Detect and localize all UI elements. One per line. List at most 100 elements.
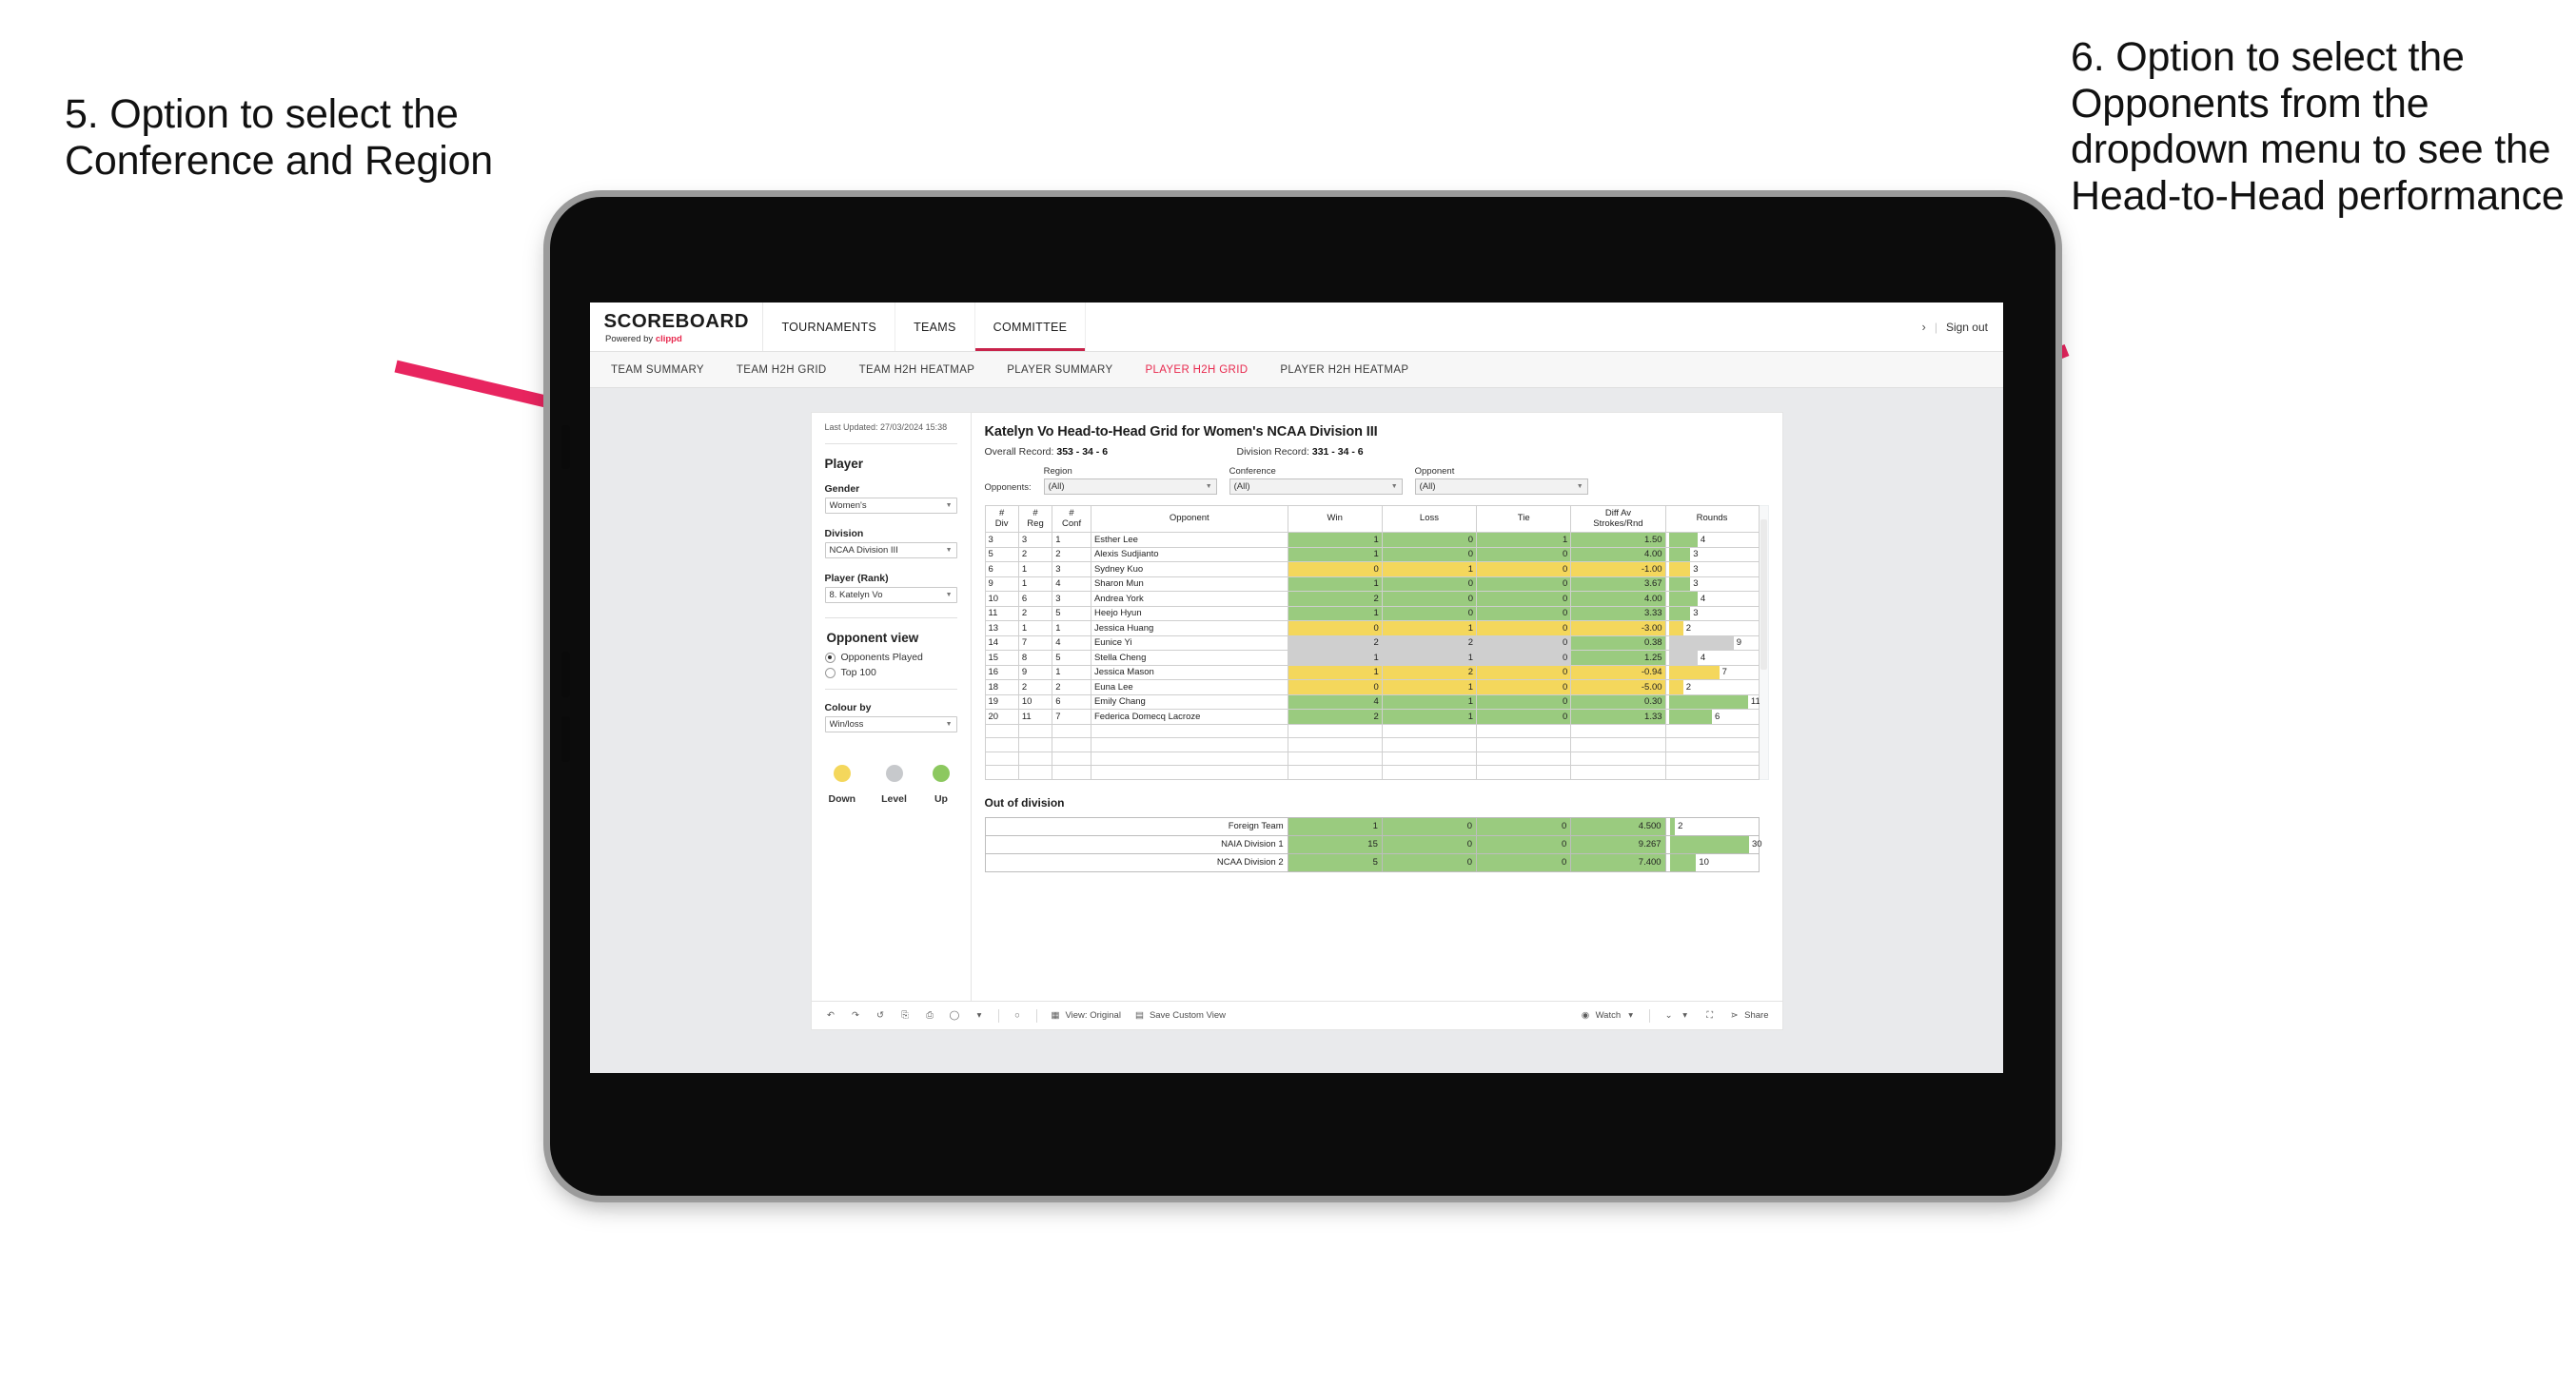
sub-nav-item-player-h2h-heatmap[interactable]: PLAYER H2H HEATMAP xyxy=(1280,364,1408,376)
player-rank-select[interactable]: 8. Katelyn Vo ▼ xyxy=(824,587,957,604)
sub-nav-item-player-h2h-grid[interactable]: PLAYER H2H GRID xyxy=(1145,364,1248,376)
grid-scrollbar-thumb[interactable] xyxy=(1760,519,1767,670)
chevron-right-icon[interactable]: › xyxy=(1921,320,1925,334)
annotation-callout-6: 6. Option to select the Opponents from t… xyxy=(2071,34,2565,219)
sub-nav-item-team-summary[interactable]: TEAM SUMMARY xyxy=(611,364,704,376)
colour-by-select[interactable]: Win/loss ▼ xyxy=(824,716,957,733)
share-button[interactable]: ⋗ Share xyxy=(1728,1009,1769,1022)
share-label: Share xyxy=(1744,1010,1769,1021)
watch-icon: ◉ xyxy=(1581,1010,1590,1021)
rounds-value: 3 xyxy=(1693,608,1699,619)
radio-opponents-played[interactable]: Opponents Played xyxy=(824,652,957,663)
device-button-volume-up[interactable] xyxy=(561,652,570,697)
sub-nav-item-team-h2h-grid[interactable]: TEAM H2H GRID xyxy=(737,364,827,376)
brand-logo[interactable]: SCOREBOARD Powered by clippd xyxy=(590,303,764,351)
chevron-down-icon: ▾ xyxy=(1682,1010,1688,1021)
redo-icon[interactable]: ↷ xyxy=(850,1009,862,1022)
cell-empty xyxy=(1664,765,1760,780)
opponent-filter-select[interactable]: (All) ▼ xyxy=(1414,478,1588,495)
column-header-8[interactable]: Diff Av Strokes/Rnd xyxy=(1570,505,1666,533)
table-row[interactable]: 6 1 3 Sydney Kuo 0 1 0 -1.00 3 xyxy=(984,561,1760,577)
table-row[interactable]: 18 2 2 Euna Lee 0 1 0 -5.00 2 xyxy=(984,679,1760,695)
conference-filter-select[interactable]: (All) ▼ xyxy=(1229,478,1403,495)
table-row[interactable]: 19 10 6 Emily Chang 4 1 0 0.30 11 xyxy=(984,693,1760,710)
legend-item-up: Up xyxy=(932,765,950,805)
cell-win: 1 xyxy=(1287,816,1383,836)
fullscreen-icon[interactable]: ⛶ xyxy=(1703,1009,1716,1022)
cell-empty xyxy=(1381,765,1478,780)
table-row[interactable]: 15 8 5 Stella Cheng 1 1 0 1.25 4 xyxy=(984,650,1760,666)
table-row[interactable]: 10 6 3 Andrea York 2 0 0 4.00 4 xyxy=(984,591,1760,607)
top-nav-item-committee[interactable]: COMMITTEE xyxy=(974,303,1087,351)
cell-empty xyxy=(1664,737,1760,752)
zoom-icon[interactable]: ◯ xyxy=(949,1009,961,1022)
gender-select[interactable]: Women's ▼ xyxy=(824,498,957,515)
column-header-3[interactable]: # Conf xyxy=(1052,505,1091,533)
download-button[interactable]: ⌄ ▾ xyxy=(1662,1009,1691,1022)
cell-opponent: Heejo Hyun xyxy=(1090,605,1288,621)
pause-updates-icon[interactable]: ⎙ xyxy=(924,1009,936,1022)
column-header-9[interactable]: Rounds xyxy=(1664,505,1760,533)
cell-rounds: 11 xyxy=(1664,693,1760,710)
sub-nav-item-player-summary[interactable]: PLAYER SUMMARY xyxy=(1007,364,1112,376)
rounds-value: 30 xyxy=(1751,839,1762,849)
region-filter-value: (All) xyxy=(1048,481,1065,492)
table-row[interactable]: 11 2 5 Heejo Hyun 1 0 0 3.33 3 xyxy=(984,605,1760,621)
device-button-volume-down[interactable] xyxy=(561,716,570,762)
table-row[interactable]: 9 1 4 Sharon Mun 1 0 0 3.67 3 xyxy=(984,576,1760,592)
column-header-6[interactable]: Loss xyxy=(1381,505,1478,533)
app-top-bar: SCOREBOARD Powered by clippd TOURNAMENTS… xyxy=(590,303,2003,352)
cell-rounds: 4 xyxy=(1664,591,1760,607)
watch-button[interactable]: ◉ Watch ▾ xyxy=(1580,1009,1638,1022)
sign-out-link[interactable]: Sign out xyxy=(1946,321,1988,334)
table-row[interactable]: NAIA Division 1 15 0 0 9.267 30 xyxy=(984,834,1762,854)
colour-by-field: Colour by Win/loss ▼ xyxy=(824,702,957,733)
chevron-down-icon: ▾ xyxy=(1628,1010,1634,1021)
division-field: Division NCAA Division III ▼ xyxy=(824,528,957,559)
gender-field: Gender Women's ▼ xyxy=(824,483,957,515)
cell-diff: 1.25 xyxy=(1570,650,1666,666)
table-row[interactable]: 3 3 1 Esther Lee 1 0 1 1.50 4 xyxy=(984,532,1760,548)
region-filter-select[interactable]: (All) ▼ xyxy=(1043,478,1217,495)
cell-win: 1 xyxy=(1287,605,1383,621)
table-row[interactable]: NCAA Division 2 5 0 0 7.400 10 xyxy=(984,852,1760,872)
sub-nav-item-team-h2h-heatmap[interactable]: TEAM H2H HEATMAP xyxy=(859,364,975,376)
table-row-empty xyxy=(984,751,1760,766)
save-custom-view-button[interactable]: ▤ Save Custom View xyxy=(1133,1009,1226,1022)
chevron-down-icon[interactable]: ▾ xyxy=(973,1009,986,1022)
cell-tie: 0 xyxy=(1476,816,1572,836)
cell-win: 4 xyxy=(1287,693,1383,710)
cell-win: 2 xyxy=(1287,634,1383,651)
table-row[interactable]: 16 9 1 Jessica Mason 1 2 0 -0.94 7 xyxy=(984,664,1760,680)
view-original-button[interactable]: ▦ View: Original xyxy=(1050,1009,1121,1022)
cell-win: 2 xyxy=(1287,709,1383,725)
revert-icon[interactable]: ↺ xyxy=(875,1009,887,1022)
device-button-top[interactable] xyxy=(561,425,570,469)
cell-reg: 1 xyxy=(1017,576,1053,592)
refresh-icon[interactable]: ⎘ xyxy=(899,1009,912,1022)
cell-rounds: 2 xyxy=(1664,620,1760,636)
top-nav-item-teams[interactable]: TEAMS xyxy=(895,303,975,351)
table-row[interactable]: 14 7 4 Eunice Yi 2 2 0 0.38 9 xyxy=(984,634,1760,651)
cell-opponent: Federica Domecq Lacroze xyxy=(1090,709,1288,725)
column-header-4[interactable]: Opponent xyxy=(1090,505,1288,533)
cell-opponent: Andrea York xyxy=(1090,591,1288,607)
radio-top-100[interactable]: Top 100 xyxy=(824,667,957,678)
table-row[interactable]: 5 2 2 Alexis Sudjianto 1 0 0 4.00 3 xyxy=(984,546,1760,562)
highlight-icon[interactable]: ○ xyxy=(1012,1009,1024,1022)
undo-icon[interactable]: ↶ xyxy=(825,1009,837,1022)
column-header-1[interactable]: # Div xyxy=(984,505,1019,533)
table-row[interactable]: 20 11 7 Federica Domecq Lacroze 2 1 0 1.33 6 xyxy=(984,709,1760,725)
cell-loss: 0 xyxy=(1381,834,1478,854)
grid-scrollbar[interactable] xyxy=(1759,505,1769,780)
column-header-5[interactable]: Win xyxy=(1287,505,1383,533)
column-header-7[interactable]: Tie xyxy=(1476,505,1572,533)
column-header-2[interactable]: # Reg xyxy=(1017,505,1053,533)
top-nav-item-tournaments[interactable]: TOURNAMENTS xyxy=(763,303,896,351)
division-select[interactable]: NCAA Division III ▼ xyxy=(824,542,957,559)
records-row: Overall Record: 353 - 34 - 6 Division Re… xyxy=(985,446,1769,458)
legend-item-level: Level xyxy=(881,765,907,805)
table-row[interactable]: Foreign Team 1 0 0 4.500 2 xyxy=(984,816,1760,836)
table-row[interactable]: 13 1 1 Jessica Huang 0 1 0 -3.00 2 xyxy=(984,620,1760,636)
cell-empty xyxy=(1381,737,1478,752)
